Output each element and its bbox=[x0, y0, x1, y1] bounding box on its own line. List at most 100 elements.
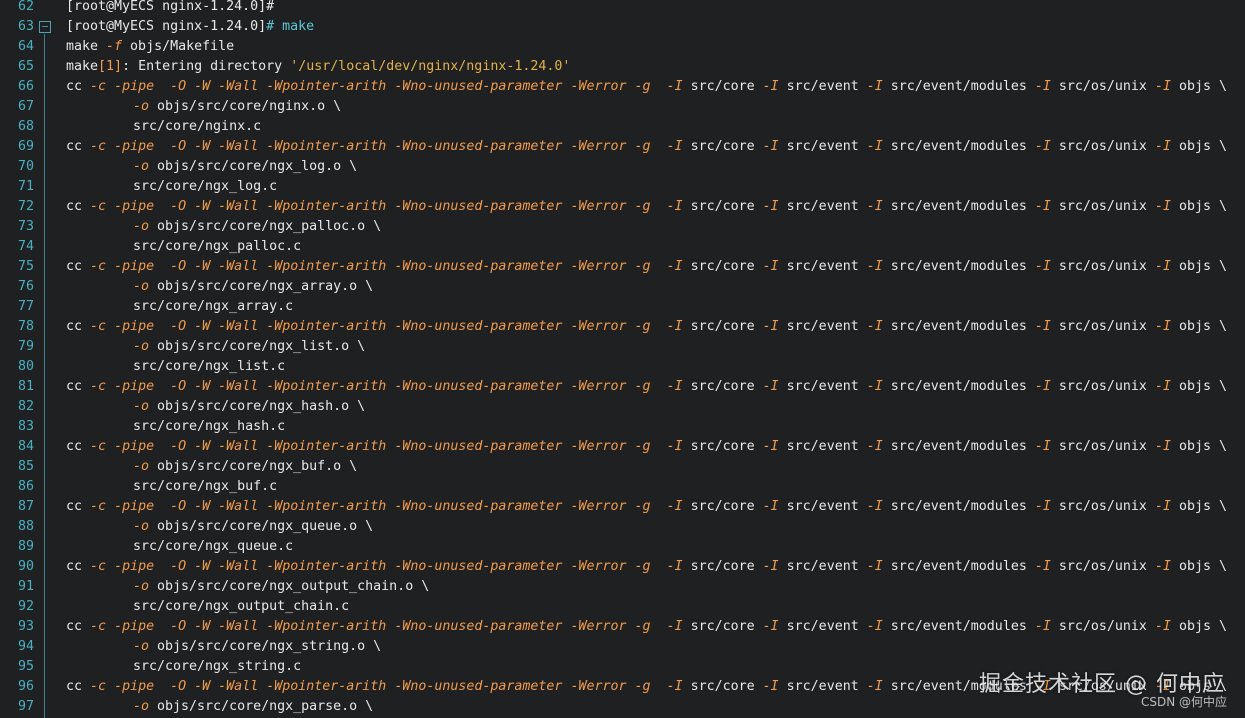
code-line[interactable]: 66 cc -c -pipe -O -W -Wall -Wpointer-arit… bbox=[0, 77, 1245, 97]
flag-token: -I bbox=[1154, 379, 1171, 394]
flag-token: -I bbox=[866, 439, 883, 454]
collapse-minus-icon[interactable]: − bbox=[39, 21, 51, 33]
code-line[interactable]: 62 [root@MyECS nginx-1.24.0]# bbox=[0, 0, 1245, 17]
flag-token: -Wall bbox=[218, 499, 259, 514]
code-line[interactable]: 76 -o objs/src/core/ngx_array.o \ bbox=[0, 277, 1245, 297]
flag-token: -pipe bbox=[114, 379, 155, 394]
code-line[interactable]: 85 -o objs/src/core/ngx_buf.o \ bbox=[0, 457, 1245, 477]
line-content: src/core/ngx_queue.c bbox=[133, 537, 293, 557]
line-content: src/core/ngx_hash.c bbox=[133, 417, 285, 437]
flag-token: -Wno-unused-parameter bbox=[394, 199, 563, 214]
code-line[interactable]: 94 -o objs/src/core/ngx_string.o \ bbox=[0, 637, 1245, 657]
flag-token: -I bbox=[1154, 619, 1171, 634]
line-content: cc -c -pipe -O -W -Wall -Wpointer-arith … bbox=[66, 77, 1227, 97]
text-token: objs/src/core/ngx_buf.o \ bbox=[149, 459, 358, 474]
text-token: src/core/ngx_hash.c bbox=[133, 419, 286, 434]
code-line[interactable]: 72 cc -c -pipe -O -W -Wall -Wpointer-arit… bbox=[0, 197, 1245, 217]
flag-token: -pipe bbox=[114, 619, 155, 634]
code-line[interactable]: 90 cc -c -pipe -O -W -Wall -Wpointer-arit… bbox=[0, 557, 1245, 577]
flag-token: -pipe bbox=[114, 79, 155, 94]
code-line[interactable]: 77 src/core/ngx_array.c bbox=[0, 297, 1245, 317]
line-content: src/core/ngx_string.c bbox=[133, 657, 301, 677]
flag-token: -g bbox=[634, 139, 651, 154]
line-content: src/core/ngx_palloc.c bbox=[133, 237, 301, 257]
code-line[interactable]: 65 make[1]: Entering directory '/usr/loca… bbox=[0, 57, 1245, 77]
flag-token: -Wpointer-arith bbox=[266, 379, 387, 394]
flag-token: -c bbox=[90, 559, 107, 574]
code-line[interactable]: 92 src/core/ngx_output_chain.c bbox=[0, 597, 1245, 617]
line-number: 83 bbox=[17, 419, 34, 434]
code-line[interactable]: 67 -o objs/src/core/nginx.o \ bbox=[0, 97, 1245, 117]
line-number: 76 bbox=[17, 279, 34, 294]
text-token: cc bbox=[66, 319, 91, 334]
flag-token: -O bbox=[170, 679, 187, 694]
code-line[interactable]: 79 -o objs/src/core/ngx_list.o \ bbox=[0, 337, 1245, 357]
code-line[interactable]: 64 make -f objs/Makefile bbox=[0, 37, 1245, 57]
line-content: make[1]: Entering directory '/usr/local/… bbox=[66, 57, 570, 77]
code-line[interactable]: 78 cc -c -pipe -O -W -Wall -Wpointer-arit… bbox=[0, 317, 1245, 337]
flag-token: -g bbox=[634, 439, 651, 454]
code-line[interactable]: 91 -o objs/src/core/ngx_output_chain.o \ bbox=[0, 577, 1245, 597]
text-token: objs \ bbox=[1170, 199, 1227, 214]
flag-token: -Wpointer-arith bbox=[266, 79, 387, 94]
text-token: src/os/unix bbox=[1050, 259, 1155, 274]
watermark-source: CSDN @何中应 bbox=[1140, 695, 1227, 709]
flag-token: -Werror bbox=[570, 559, 627, 574]
code-line[interactable]: 89 src/core/ngx_queue.c bbox=[0, 537, 1245, 557]
code-line[interactable]: 74 src/core/ngx_palloc.c bbox=[0, 237, 1245, 257]
line-content: src/core/ngx_log.c bbox=[133, 177, 277, 197]
flag-token: -c bbox=[90, 319, 107, 334]
line-number: 65 bbox=[17, 59, 34, 74]
flag-token: -O bbox=[170, 379, 187, 394]
code-line[interactable]: 73 -o objs/src/core/ngx_palloc.o \ bbox=[0, 217, 1245, 237]
code-line[interactable]: 63− [root@MyECS nginx-1.24.0]# make bbox=[0, 17, 1245, 37]
flag-token: -o bbox=[133, 639, 150, 654]
flag-token: -g bbox=[634, 319, 651, 334]
flag-token: -c bbox=[90, 679, 107, 694]
code-line[interactable]: 80 src/core/ngx_list.c bbox=[0, 357, 1245, 377]
text-token: src/core/ngx_output_chain.c bbox=[133, 599, 350, 614]
text-token: src/event bbox=[778, 199, 867, 214]
code-line[interactable]: 88 -o objs/src/core/ngx_queue.o \ bbox=[0, 517, 1245, 537]
code-line[interactable]: 84 cc -c -pipe -O -W -Wall -Wpointer-arit… bbox=[0, 437, 1245, 457]
flag-token: -I bbox=[762, 259, 779, 274]
text-token: src/event bbox=[778, 259, 867, 274]
code-line[interactable]: 68 src/core/nginx.c bbox=[0, 117, 1245, 137]
flag-token: -W bbox=[194, 499, 211, 514]
code-line[interactable]: 70 -o objs/src/core/ngx_log.o \ bbox=[0, 157, 1245, 177]
code-line[interactable]: 93 cc -c -pipe -O -W -Wall -Wpointer-arit… bbox=[0, 617, 1245, 637]
code-line[interactable]: 87 cc -c -pipe -O -W -Wall -Wpointer-arit… bbox=[0, 497, 1245, 517]
flag-token: -W bbox=[194, 259, 211, 274]
code-line[interactable]: 86 src/core/ngx_buf.c bbox=[0, 477, 1245, 497]
code-line[interactable]: 81 cc -c -pipe -O -W -Wall -Wpointer-arit… bbox=[0, 377, 1245, 397]
code-line[interactable]: 83 src/core/ngx_hash.c bbox=[0, 417, 1245, 437]
line-content: -o objs/src/core/ngx_parse.o \ bbox=[133, 697, 373, 717]
text-token: objs \ bbox=[1170, 439, 1227, 454]
code-line[interactable]: 71 src/core/ngx_log.c bbox=[0, 177, 1245, 197]
code-line[interactable]: 97 -o objs/src/core/ngx_parse.o \ bbox=[0, 697, 1245, 717]
code-line[interactable]: 82 -o objs/src/core/ngx_hash.o \ bbox=[0, 397, 1245, 417]
line-number: 64 bbox=[17, 39, 34, 54]
code-editor[interactable]: 62 [root@MyECS nginx-1.24.0]# 63− [root@My… bbox=[0, 0, 1245, 718]
line-content: -o objs/src/core/ngx_palloc.o \ bbox=[133, 217, 381, 237]
line-content: cc -c -pipe -O -W -Wall -Wpointer-arith … bbox=[66, 377, 1227, 397]
flag-token: -Wpointer-arith bbox=[266, 319, 387, 334]
flag-token: -o bbox=[133, 339, 150, 354]
code-line[interactable]: 69 cc -c -pipe -O -W -Wall -Wpointer-arit… bbox=[0, 137, 1245, 157]
code-line[interactable]: 75 cc -c -pipe -O -W -Wall -Wpointer-arit… bbox=[0, 257, 1245, 277]
